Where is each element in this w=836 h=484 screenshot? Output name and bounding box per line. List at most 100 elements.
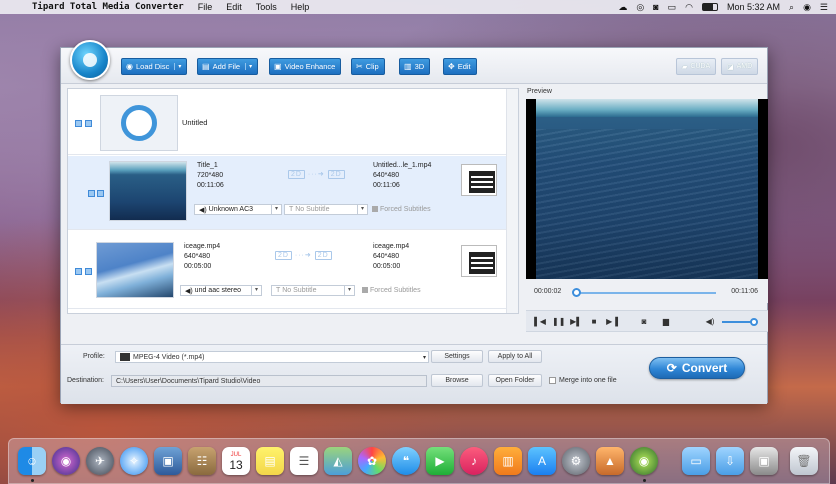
wifi-icon[interactable]: ◠ [685,2,693,13]
photo-browser-icon[interactable]: ▣ [154,447,182,475]
siri-icon[interactable]: ◉ [52,447,80,475]
maps-icon[interactable]: ◭ [324,447,352,475]
forced-subtitles-checkbox[interactable]: Forced Subtitles [362,287,421,294]
screenshot-stack-icon[interactable]: ▣ [750,447,778,475]
reminders-icon[interactable]: ☰ [290,447,318,475]
list-scrollbar[interactable] [506,89,518,313]
list-item[interactable]: Untitled [68,89,506,155]
volume-icon[interactable]: ◀) [704,316,716,328]
seek-track[interactable] [576,292,716,294]
next-icon[interactable]: ▶▐ [606,316,618,328]
player-controls: ▌◀ ❚❚ ▶▌ ■ ▶▐ ◙ ▆ ◀) [526,310,768,332]
select-checkbox[interactable] [97,190,104,197]
tipard-app-icon[interactable]: ◉ [630,447,658,475]
open-folder-button[interactable]: Open Folder [488,374,542,387]
music-icon[interactable]: ♪ [460,447,488,475]
forced-subtitles-checkbox[interactable]: Forced Subtitles [372,206,431,213]
stop-icon[interactable]: ▌◀ [534,316,546,328]
video-enhance-button[interactable]: ▣ Video Enhance [269,58,342,75]
profile-select[interactable]: MPEG-4 Video (*.mp4) ▾ [115,351,429,363]
video-format-icon [120,353,130,361]
expand-checkbox[interactable] [75,120,82,127]
select-checkbox[interactable] [85,268,92,275]
load-disc-label: Load Disc [135,62,170,71]
source-name: iceage.mp4 [184,243,221,250]
books-icon[interactable]: ▥ [494,447,522,475]
select-checkbox[interactable] [85,120,92,127]
clock[interactable]: Mon 5:32 AM [727,2,780,12]
notes-icon[interactable]: ▤ [256,447,284,475]
expand-checkbox[interactable] [88,190,95,197]
photos-icon[interactable]: ✿ [358,447,386,475]
menu-edit[interactable]: Edit [226,2,242,12]
source-info: Title_1 720*480 00:11:06 [197,161,224,191]
list-item[interactable]: Title_1 720*480 00:11:06 2D ···➜ 2D Unti… [68,156,506,230]
settings-button[interactable]: Settings [431,350,483,363]
apply-to-all-button[interactable]: Apply to All [488,350,542,363]
destination-field[interactable]: C:\Users\User\Documents\Tipard Studio\Vi… [111,375,427,387]
snapshot-icon[interactable]: ◙ [638,316,650,328]
menu-file[interactable]: File [198,2,213,12]
applications-folder-icon[interactable]: ▭ [682,447,710,475]
audio-track-select[interactable]: ◀) Unknown AC3 ▾ [194,204,282,215]
system-preferences-icon[interactable]: ⚙ [562,447,590,475]
nvidia-icon: ▰ [682,63,688,71]
cuda-button[interactable]: ▰ CUDA [676,58,717,75]
3d-button[interactable]: ▥ 3D [399,58,431,75]
facetime-icon[interactable]: ▶ [426,447,454,475]
list-item[interactable]: iceage.mp4 640*480 00:05:00 2D ···➜ 2D i… [68,235,506,309]
cuda-label: CUDA [690,63,711,70]
browse-button[interactable]: Browse [431,374,483,387]
chevron-down-icon[interactable]: ▾ [245,63,252,70]
calendar-icon[interactable]: JUL 13 [222,447,250,475]
subtitle-select[interactable]: T No Subtitle ▾ [284,204,368,215]
load-disc-button[interactable]: ◉ Load Disc ▾ [121,58,188,75]
disc-icon: ◉ [126,62,133,71]
trash-icon[interactable]: 🗑 [790,447,818,475]
pause-icon[interactable]: ❚❚ [552,316,565,328]
merge-checkbox[interactable]: Merge into one file [549,377,617,384]
volume-handle[interactable] [750,318,759,326]
fast-forward-icon[interactable]: ▶▌ [570,316,582,328]
messages-icon[interactable]: ❝ [392,447,420,475]
add-file-button[interactable]: ▤ Add File ▾ [197,58,259,75]
safari-icon[interactable]: ✧ [120,447,148,475]
clip-button[interactable]: ✂ Clip [351,58,385,75]
menu-help[interactable]: Help [291,2,310,12]
chevron-down-icon[interactable]: ▾ [174,63,181,70]
launchpad-icon[interactable]: ✈ [86,447,114,475]
camera-icon[interactable]: ◙ [653,2,658,12]
subtitle-select[interactable]: T No Subtitle ▾ [271,285,355,296]
battery-icon[interactable] [701,3,718,11]
edit-button[interactable]: ✥ Edit [443,58,477,75]
siri-icon[interactable]: ◉ [803,2,811,13]
folder-icon[interactable]: ▆ [660,316,672,328]
notification-center-icon[interactable]: ☰ [820,2,828,13]
seek-handle[interactable] [572,288,582,297]
amd-button[interactable]: ◪ AMD [721,58,759,75]
cloud-icon[interactable]: ☁ [618,2,627,13]
disc-icon [121,105,157,141]
output-format-icon[interactable] [461,164,497,196]
app-name-menu[interactable]: Tipard Total Media Converter [32,2,184,12]
volume-slider[interactable] [722,318,759,326]
menu-tools[interactable]: Tools [256,2,277,12]
output-name[interactable]: Untitled...le_1.mp4 [373,161,431,171]
instruments-icon[interactable]: ▲ [596,447,624,475]
output-name[interactable]: iceage.mp4 [373,242,409,252]
output-format-icon[interactable] [461,245,497,277]
contacts-icon[interactable]: ☷ [188,447,216,475]
downloads-folder-icon[interactable]: ⇩ [716,447,744,475]
stop-square-icon[interactable]: ■ [588,316,600,328]
disc-thumbnail [100,95,178,151]
app-store-icon[interactable]: A [528,447,556,475]
calendar-day: 13 [229,458,243,472]
audio-track-select[interactable]: ◀) und aac stereo ▾ [180,285,262,296]
search-icon[interactable]: ⌕ [789,2,794,13]
preview-player[interactable] [526,99,768,279]
finder-icon[interactable]: ☺ [18,447,46,475]
cast-icon[interactable]: ▭ [668,2,677,13]
expand-checkbox[interactable] [75,268,82,275]
creative-cloud-icon[interactable]: ◎ [636,2,644,13]
convert-button[interactable]: ⟳ Convert [649,357,745,379]
